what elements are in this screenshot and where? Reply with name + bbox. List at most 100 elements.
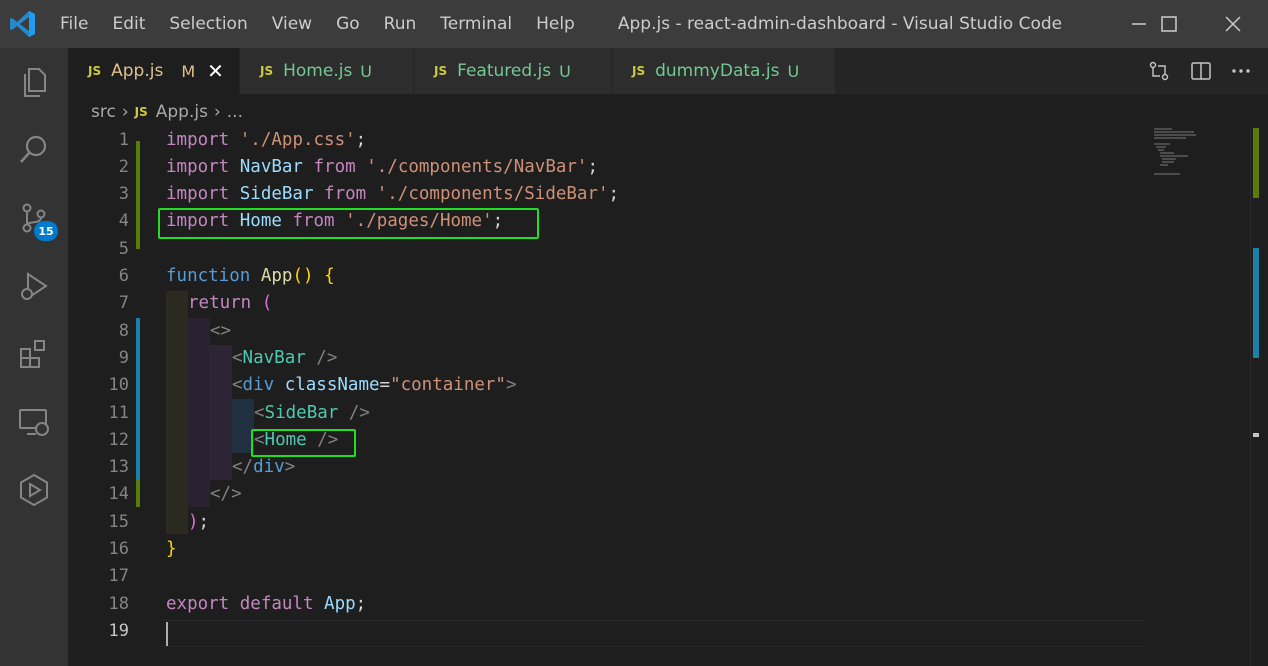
javascript-file-icon: JS bbox=[134, 105, 148, 119]
line-number: 4 bbox=[118, 211, 129, 231]
line-number: 5 bbox=[118, 239, 129, 259]
code-line-9: <NavBar /> bbox=[232, 348, 338, 368]
line-number: 13 bbox=[108, 457, 129, 477]
line-number: 14 bbox=[108, 484, 129, 504]
code-line-3: import SideBar from './components/SideBa… bbox=[166, 184, 620, 204]
line-number: 6 bbox=[118, 266, 129, 286]
tab-status-modified: M bbox=[181, 61, 196, 81]
tab-label: Home.js bbox=[283, 61, 353, 81]
chevron-right-icon: › bbox=[213, 102, 221, 122]
live-share-button[interactable] bbox=[0, 456, 68, 524]
explorer-button[interactable] bbox=[0, 48, 68, 116]
code-line-16: } bbox=[166, 539, 177, 559]
menu-file[interactable]: File bbox=[48, 14, 100, 34]
remote-explorer-button[interactable] bbox=[0, 388, 68, 456]
code-line-15: ); bbox=[188, 512, 210, 532]
highlight-box-home-component bbox=[251, 429, 356, 457]
extensions-button[interactable] bbox=[0, 320, 68, 388]
line-number: 1 bbox=[118, 130, 129, 150]
maximize-icon bbox=[1161, 16, 1177, 32]
code-line-8: <> bbox=[210, 321, 232, 341]
current-line-highlight bbox=[162, 620, 1147, 647]
gutter-modified-marker bbox=[136, 318, 140, 480]
indent-shade bbox=[188, 318, 210, 507]
tab-label: App.js bbox=[111, 61, 164, 81]
tab-label: dummyData.js bbox=[655, 61, 780, 81]
text-cursor bbox=[166, 622, 168, 646]
minimap[interactable] bbox=[1148, 128, 1248, 188]
split-editor-icon[interactable] bbox=[1190, 60, 1212, 82]
chevron-right-icon: › bbox=[121, 102, 129, 122]
code-line-7: return ( bbox=[188, 293, 273, 313]
window-title: App.js - react-admin-dashboard - Visual … bbox=[617, 14, 1063, 34]
title-bar: File Edit Selection View Go Run Terminal… bbox=[0, 0, 1268, 48]
code-line-10: <div className="container"> bbox=[232, 375, 517, 395]
breadcrumb-file[interactable]: App.js bbox=[156, 102, 208, 122]
code-line-1: import './App.css'; bbox=[166, 130, 367, 150]
menu-go[interactable]: Go bbox=[324, 14, 372, 34]
indent-shade bbox=[166, 291, 188, 534]
editor-actions bbox=[1148, 48, 1252, 94]
line-number: 2 bbox=[118, 157, 129, 177]
code-line-6: function App() { bbox=[166, 266, 335, 286]
code-editor[interactable]: 1 2 3 4 5 6 7 8 9 10 11 12 13 14 15 16 1… bbox=[68, 128, 1268, 666]
scroll-change-marker bbox=[1253, 248, 1259, 358]
javascript-file-icon: JS bbox=[434, 64, 448, 78]
tab-dummydata-js[interactable]: JS dummyData.js U bbox=[612, 48, 836, 94]
scroll-cursor-marker bbox=[1253, 433, 1259, 437]
menu-run[interactable]: Run bbox=[372, 14, 429, 34]
line-number: 11 bbox=[108, 403, 129, 423]
code-line-18: export default App; bbox=[166, 594, 367, 614]
menu-edit[interactable]: Edit bbox=[100, 14, 157, 34]
code-line-13: </div> bbox=[232, 457, 296, 477]
highlight-box-import-home bbox=[158, 208, 539, 239]
line-number-current: 19 bbox=[108, 621, 129, 641]
maximize-button[interactable] bbox=[1134, 0, 1204, 48]
line-number: 17 bbox=[108, 566, 129, 586]
line-number: 16 bbox=[108, 539, 129, 559]
run-debug-button[interactable] bbox=[0, 252, 68, 320]
javascript-file-icon: JS bbox=[632, 64, 646, 78]
search-button[interactable] bbox=[0, 116, 68, 184]
vertical-scrollbar[interactable] bbox=[1250, 128, 1268, 666]
source-control-button[interactable]: 15 bbox=[0, 184, 68, 252]
close-window-button[interactable] bbox=[1198, 0, 1268, 48]
line-number: 18 bbox=[108, 594, 129, 614]
line-number: 12 bbox=[108, 430, 129, 450]
source-control-badge: 15 bbox=[34, 221, 58, 241]
search-icon bbox=[20, 135, 47, 163]
gutter-added-marker bbox=[136, 480, 140, 507]
breadcrumb-folder[interactable]: src bbox=[91, 102, 116, 122]
menu-terminal[interactable]: Terminal bbox=[428, 14, 524, 34]
line-number: 3 bbox=[118, 184, 129, 204]
play-hexagon-icon bbox=[20, 473, 48, 507]
line-number: 9 bbox=[118, 348, 129, 368]
tab-home-js[interactable]: JS Home.js U bbox=[240, 48, 414, 94]
javascript-file-icon: JS bbox=[260, 64, 274, 78]
javascript-file-icon: JS bbox=[88, 64, 102, 78]
breadcrumb: src › JS App.js › ... bbox=[68, 96, 1248, 128]
code-line-2: import NavBar from './components/NavBar'… bbox=[166, 157, 599, 177]
scroll-change-marker bbox=[1253, 128, 1259, 198]
gutter-added-marker bbox=[136, 141, 140, 249]
menu-selection[interactable]: Selection bbox=[157, 14, 259, 34]
menu-view[interactable]: View bbox=[260, 14, 324, 34]
activity-bar: 15 bbox=[0, 48, 68, 666]
remote-explorer-icon bbox=[19, 409, 49, 436]
run-debug-icon bbox=[21, 272, 48, 300]
tab-label: Featured.js bbox=[457, 61, 552, 81]
open-changes-icon[interactable] bbox=[1148, 60, 1170, 82]
tab-status-untracked: U bbox=[559, 61, 571, 81]
line-number: 7 bbox=[118, 293, 129, 313]
tab-status-untracked: U bbox=[787, 61, 800, 81]
more-actions-icon[interactable] bbox=[1230, 60, 1252, 82]
breadcrumb-symbols[interactable]: ... bbox=[227, 102, 243, 122]
line-number: 10 bbox=[108, 375, 129, 395]
code-line-11: <SideBar /> bbox=[254, 403, 370, 423]
files-icon bbox=[24, 68, 46, 97]
tab-bar: JS App.js M ✕ JS Home.js U JS Featured.j… bbox=[68, 48, 1268, 94]
tab-featured-js[interactable]: JS Featured.js U bbox=[414, 48, 612, 94]
tab-app-js[interactable]: JS App.js M ✕ bbox=[68, 48, 240, 94]
close-tab-icon[interactable]: ✕ bbox=[207, 61, 224, 81]
line-number: 8 bbox=[118, 321, 129, 341]
